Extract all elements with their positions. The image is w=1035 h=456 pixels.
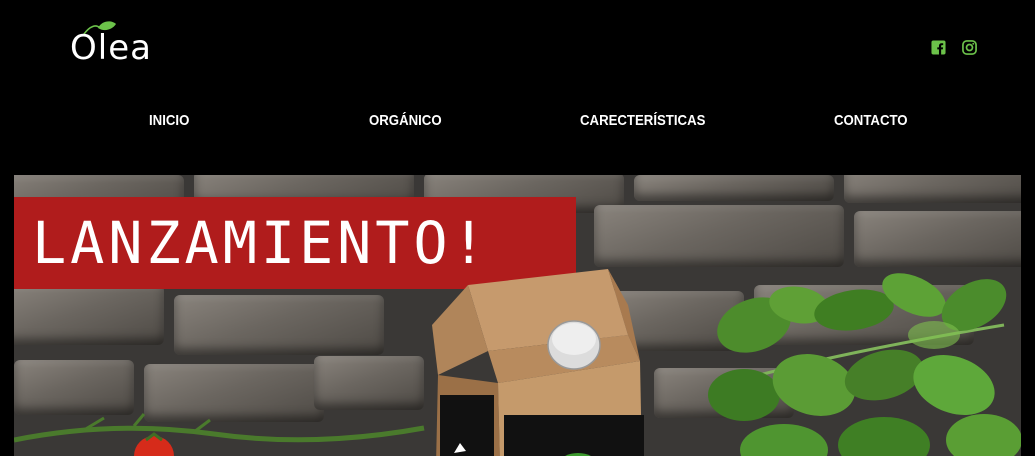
basil-image [708, 273, 1021, 456]
carton-image [432, 269, 644, 456]
site-header: Olea INICIO ORGÁNICO CARECTERÍSTICAS CON… [0, 0, 1035, 175]
hero-banner: LANZAMIENTO! [14, 175, 1021, 456]
instagram-icon[interactable] [962, 40, 977, 55]
logo-text: Olea [70, 28, 152, 68]
facebook-icon[interactable] [931, 40, 946, 55]
nav-item-inicio[interactable]: INICIO [149, 112, 189, 129]
nav-item-caracteristicas[interactable]: CARECTERÍSTICAS [580, 112, 705, 129]
nav-item-organico[interactable]: ORGÁNICO [369, 112, 442, 129]
site-logo[interactable]: Olea [70, 20, 180, 72]
tomato-image [14, 413, 425, 456]
nav-item-contacto[interactable]: CONTACTO [834, 112, 908, 129]
main-nav: INICIO ORGÁNICO CARECTERÍSTICAS CONTACTO [0, 112, 1035, 136]
social-links [931, 40, 977, 55]
